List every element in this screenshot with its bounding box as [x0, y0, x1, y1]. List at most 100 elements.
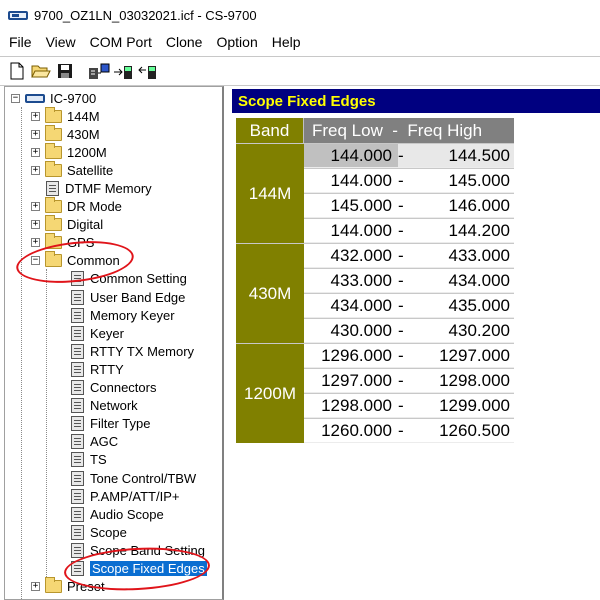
menu-help[interactable]: Help — [265, 34, 308, 50]
freq-high-cell[interactable]: 1299.000 — [414, 396, 514, 416]
menu-com-port[interactable]: COM Port — [83, 34, 159, 50]
expand-icon[interactable]: + — [31, 238, 40, 248]
tree-item-label: RTTY TX Memory — [90, 343, 195, 359]
tree-item-label: 430M — [67, 126, 100, 142]
read-from-radio-button[interactable] — [88, 60, 110, 82]
tree-item-label: DR Mode — [67, 199, 122, 214]
tree-item-dr-mode[interactable]: + DR Mode — [31, 197, 122, 216]
menu-file[interactable]: File — [2, 34, 39, 50]
freq-high-cell[interactable]: 433.000 — [414, 246, 514, 266]
freq-high-cell[interactable]: 430.200 — [414, 321, 514, 341]
expand-icon[interactable]: + — [31, 165, 40, 175]
folder-icon — [45, 160, 62, 177]
document-icon — [71, 398, 84, 414]
freq-high-cell[interactable]: 1297.000 — [414, 346, 514, 366]
expand-icon[interactable]: + — [31, 582, 40, 592]
freq-low-cell[interactable]: 1298.000 — [304, 394, 398, 417]
tree-item-memory-keyer[interactable]: Memory Keyer — [71, 306, 175, 324]
freq-low-cell[interactable]: 433.000 — [304, 269, 398, 292]
freq-low-cell[interactable]: 430.000 — [304, 319, 398, 342]
table-row[interactable]: 430.000-430.200 — [304, 318, 514, 343]
freq-low-cell[interactable]: 1297.000 — [304, 369, 398, 392]
expand-icon[interactable]: + — [31, 147, 40, 157]
table-row[interactable]: 1297.000-1298.000 — [304, 368, 514, 393]
document-icon — [71, 289, 84, 305]
tree-root[interactable]: − IC-9700 — [11, 89, 96, 107]
expand-icon[interactable]: + — [31, 220, 40, 230]
table-row[interactable]: 434.000-435.000 — [304, 293, 514, 318]
freq-high-cell[interactable]: 146.000 — [414, 196, 514, 216]
freq-high-cell[interactable]: 434.000 — [414, 271, 514, 291]
tree-item-ts[interactable]: TS — [71, 451, 107, 469]
expand-icon[interactable]: + — [31, 202, 40, 211]
freq-high-cell[interactable]: 144.500 — [414, 146, 514, 166]
tree-item-rtty-tx-memory[interactable]: RTTY TX Memory — [71, 342, 194, 360]
freq-high-cell[interactable]: 1298.000 — [414, 371, 514, 391]
save-file-button[interactable] — [54, 60, 76, 82]
expand-icon[interactable]: + — [31, 129, 40, 139]
table-row[interactable]: 1260.000-1260.500 — [304, 418, 514, 443]
tree-view[interactable]: − IC-9700 +144M +430M +1200M + Satellite DTMF… — [4, 86, 224, 600]
tree-item-1200m[interactable]: +1200M — [31, 142, 107, 161]
table-row[interactable]: 144.000-144.200 — [304, 218, 514, 243]
table-row[interactable]: 145.000-146.000 — [304, 193, 514, 218]
freq-low-cell[interactable]: 145.000 — [304, 194, 398, 217]
band-label: 1200M — [236, 343, 304, 443]
freq-low-cell[interactable]: 144.000 — [304, 144, 398, 167]
table-row[interactable]: 1298.000-1299.000 — [304, 393, 514, 418]
collapse-icon[interactable]: − — [11, 93, 20, 103]
tree-item-scope[interactable]: Scope — [71, 523, 127, 541]
new-file-button[interactable] — [6, 60, 28, 82]
table-row[interactable]: 433.000-434.000 — [304, 268, 514, 293]
tree-item-label: Tone Control/TBW — [90, 470, 197, 486]
scope-edges-grid: Band Freq Low - Freq High 144M 144.000-14… — [236, 118, 514, 443]
tree-item-filter-type[interactable]: Filter Type — [71, 415, 150, 433]
tree-item-user-band-edge[interactable]: User Band Edge — [71, 288, 185, 306]
folder-icon — [45, 124, 62, 141]
freq-low-cell[interactable]: 144.000 — [304, 219, 398, 242]
tree-item-144m[interactable]: +144M — [31, 106, 100, 125]
menu-option[interactable]: Option — [209, 34, 264, 50]
freq-high-cell[interactable]: 145.000 — [414, 171, 514, 191]
document-icon — [71, 343, 84, 359]
freq-low-cell[interactable]: 1260.000 — [304, 419, 398, 442]
menu-view[interactable]: View — [39, 34, 83, 50]
title-bar: 9700_OZ1LN_03032021.icf - CS-9700 — [0, 0, 600, 30]
freq-low-cell[interactable]: 432.000 — [304, 244, 398, 267]
open-file-button[interactable] — [30, 60, 52, 82]
table-row[interactable]: 432.000-433.000 — [304, 243, 514, 268]
band-group: 144M 144.000-144.500 144.000-145.000 145.00… — [236, 143, 514, 243]
table-row[interactable]: 144.000-145.000 — [304, 168, 514, 193]
document-icon — [71, 307, 84, 323]
expand-icon[interactable]: + — [31, 111, 40, 121]
tree-item-network[interactable]: Network — [71, 397, 138, 415]
table-row[interactable]: 144.000-144.500 — [304, 143, 514, 168]
freq-low-cell[interactable]: 1296.000 — [304, 344, 398, 367]
freq-high-cell[interactable]: 144.200 — [414, 221, 514, 241]
band-group: 1200M 1296.000-1297.000 1297.000-1298.000 1… — [236, 343, 514, 443]
table-row[interactable]: 1296.000-1297.000 — [304, 343, 514, 368]
tree-item-satellite[interactable]: + Satellite — [31, 160, 113, 179]
window-title: 9700_OZ1LN_03032021.icf - CS-9700 — [34, 7, 257, 23]
tree-item-430m[interactable]: +430M — [31, 124, 100, 143]
tree-item-p-amp-att-ip[interactable]: P.AMP/ATT/IP+ — [71, 487, 179, 505]
tree-item-tone-control-tbw[interactable]: Tone Control/TBW — [71, 469, 196, 487]
tree-item-dtmf-memory[interactable]: DTMF Memory — [46, 179, 152, 197]
tree-item-connectors[interactable]: Connectors — [71, 379, 156, 397]
write-to-radio-button[interactable] — [112, 60, 134, 82]
tree-item-rtty[interactable]: RTTY — [71, 360, 124, 378]
document-icon — [71, 542, 84, 558]
clone-radio-button[interactable] — [136, 60, 158, 82]
freq-low-cell[interactable]: 434.000 — [304, 294, 398, 317]
tree-item-agc[interactable]: AGC — [71, 433, 118, 451]
write-radio-icon — [114, 66, 132, 79]
tree-item-keyer[interactable]: Keyer — [71, 324, 124, 342]
freq-high-cell[interactable]: 1260.500 — [414, 421, 514, 441]
tree-item-audio-scope[interactable]: Audio Scope — [71, 505, 164, 523]
tree-item-digital[interactable]: + Digital — [31, 215, 103, 234]
menu-clone[interactable]: Clone — [159, 34, 210, 50]
freq-high-cell[interactable]: 435.000 — [414, 296, 514, 316]
tree-item-label: Filter Type — [90, 416, 151, 432]
freq-low-cell[interactable]: 144.000 — [304, 169, 398, 192]
header-band: Band — [236, 118, 304, 143]
